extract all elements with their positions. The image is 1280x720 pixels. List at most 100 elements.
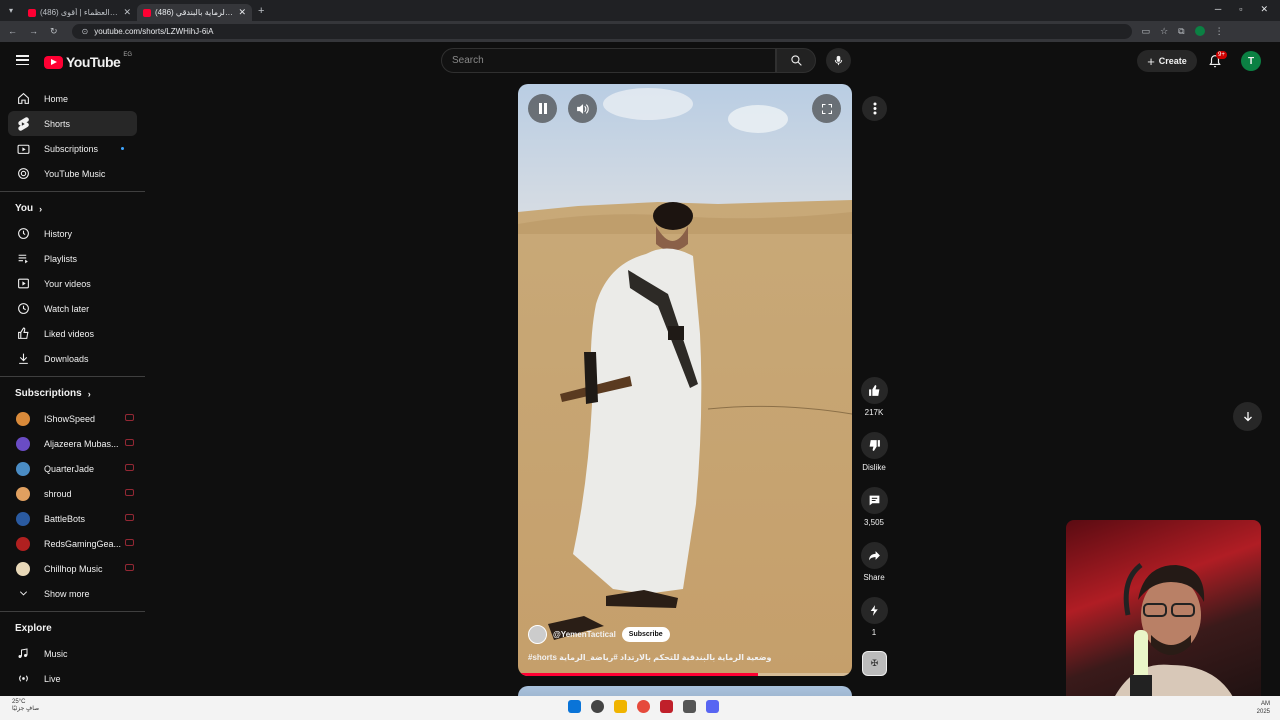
more-options-button[interactable] xyxy=(862,96,887,121)
search-input[interactable]: Search xyxy=(441,48,776,73)
comments-button[interactable] xyxy=(860,487,888,514)
dislike-button[interactable] xyxy=(860,432,888,459)
sidebar-item-history[interactable]: History xyxy=(8,221,137,246)
clock-icon xyxy=(16,302,30,316)
url-field[interactable]: ⊙ youtube.com/shorts/LZWHihJ-6iA xyxy=(71,24,1132,39)
close-window-icon[interactable]: ✕ xyxy=(1260,4,1268,15)
chrome-icon[interactable] xyxy=(637,700,650,713)
sidebar-item-youtube-music[interactable]: YouTube Music xyxy=(8,161,137,186)
subscribe-button[interactable]: Subscribe xyxy=(621,627,670,642)
extensions-icon[interactable]: ⧉ xyxy=(1178,26,1184,37)
share-arrow-icon xyxy=(868,551,880,561)
sidebar-subscription-item[interactable]: Chillhop Music xyxy=(8,556,137,581)
notification-count-badge: 9+ xyxy=(1216,51,1227,59)
search-icon[interactable] xyxy=(591,700,604,713)
video-caption[interactable]: #shorts وضعية الرماية بالبندقية للتحكم ب… xyxy=(528,653,772,662)
reload-icon[interactable]: ↻ xyxy=(50,26,58,37)
weather-widget[interactable]: 25°C صافٍ جزئيًا xyxy=(12,699,39,713)
pause-button[interactable] xyxy=(528,94,557,123)
youtube-favicon-icon xyxy=(143,8,151,17)
account-avatar[interactable]: T xyxy=(1241,51,1261,71)
fullscreen-button[interactable] xyxy=(812,94,841,123)
sidebar-item-watch-later[interactable]: Watch later xyxy=(8,296,137,321)
sidebar-item-label: Playlists xyxy=(44,253,78,264)
sidebar-item-your-videos[interactable]: Your videos xyxy=(8,271,137,296)
channel-avatar[interactable] xyxy=(528,625,547,644)
close-tab-icon[interactable]: ✕ xyxy=(238,7,246,18)
maximize-icon[interactable]: ▫ xyxy=(1239,4,1242,15)
sidebar-subscription-item[interactable]: BattleBots xyxy=(8,506,137,531)
app-icon[interactable] xyxy=(683,700,696,713)
create-button[interactable]: + Create xyxy=(1137,50,1197,72)
sidebar-subscription-item[interactable]: RedsGamingGea... xyxy=(8,531,137,556)
youtube-logo[interactable]: YouTube EG xyxy=(44,52,132,70)
sidebar-item-live[interactable]: Live xyxy=(8,666,137,691)
bookmark-star-icon[interactable]: ☆ xyxy=(1160,26,1168,37)
subscriptions-list: IShowSpeed Aljazeera Mubas... QuarterJade s… xyxy=(0,406,145,581)
volume-button[interactable] xyxy=(568,94,597,123)
plus-icon: + xyxy=(1147,53,1155,69)
live-indicator-icon xyxy=(125,514,134,521)
discord-icon[interactable] xyxy=(706,700,719,713)
sidebar-item-label: YouTube Music xyxy=(44,168,106,179)
thumbs-up-icon xyxy=(868,385,879,396)
sidebar-item-music[interactable]: Music xyxy=(8,641,137,666)
remix-button[interactable] xyxy=(860,597,888,624)
browser-tab-2[interactable]: (486) وضعية الرماية بالبندقي ✕ xyxy=(137,4,252,21)
channel-name[interactable]: @YemenTactical xyxy=(553,630,616,639)
hamburger-menu-icon[interactable] xyxy=(16,55,29,65)
sidebar-item-subscriptions[interactable]: Subscriptions xyxy=(8,136,137,161)
sidebar-item-home[interactable]: Home xyxy=(8,86,137,111)
sidebar: Home Shorts Subscriptions YouTube Music … xyxy=(0,80,145,696)
channel-avatar xyxy=(16,511,30,526)
back-icon[interactable]: ← xyxy=(8,26,17,37)
sidebar-subscription-item[interactable]: IShowSpeed xyxy=(8,406,137,431)
download-icon xyxy=(16,352,30,366)
cast-icon[interactable]: ▭ xyxy=(1142,26,1151,37)
new-tab-button[interactable]: + xyxy=(258,5,264,17)
sidebar-item-label: Shorts xyxy=(44,118,71,129)
channel-info: @YemenTactical Subscribe xyxy=(528,625,670,644)
like-button[interactable] xyxy=(860,377,888,404)
dislike-label: Dislike xyxy=(862,463,886,472)
sidebar-item-liked-videos[interactable]: Liked videos xyxy=(8,321,137,346)
you-section-heading[interactable]: You › xyxy=(15,200,145,217)
show-more-button[interactable]: Show more xyxy=(8,581,137,606)
browser-tab-1[interactable]: (486) بيع سلام والعظماء | أقوى ... ✕ xyxy=(22,4,137,21)
playlists-icon xyxy=(16,252,30,266)
close-tab-icon[interactable]: ✕ xyxy=(123,7,131,18)
shorts-video-player[interactable]: @YemenTactical Subscribe #shorts وضعية ا… xyxy=(518,84,852,676)
tab-search-icon[interactable]: ▾ xyxy=(0,6,22,15)
sidebar-subscription-item[interactable]: Aljazeera Mubas... xyxy=(8,431,137,456)
share-action: Share xyxy=(849,542,899,582)
voice-search-button[interactable] xyxy=(826,48,851,73)
sidebar-item-downloads[interactable]: Downloads xyxy=(8,346,137,371)
sound-channel-thumbnail[interactable]: ✠ xyxy=(862,651,887,676)
sidebar-item-label: History xyxy=(44,228,73,239)
search-button[interactable] xyxy=(776,48,816,73)
sidebar-item-label: Liked videos xyxy=(44,328,95,339)
profile-icon[interactable] xyxy=(1194,26,1205,36)
menu-dots-icon[interactable]: ⋮ xyxy=(1215,26,1224,37)
start-icon[interactable] xyxy=(568,700,581,713)
sidebar-subscription-item[interactable]: QuarterJade xyxy=(8,456,137,481)
subscriptions-section-heading[interactable]: Subscriptions › xyxy=(15,385,145,402)
sidebar-item-playlists[interactable]: Playlists xyxy=(8,246,137,271)
minimize-icon[interactable]: ─ xyxy=(1215,4,1221,15)
sidebar-item-shorts[interactable]: Shorts xyxy=(8,111,137,136)
live-icon xyxy=(16,672,30,686)
share-button[interactable] xyxy=(860,542,888,569)
file-explorer-icon[interactable] xyxy=(614,700,627,713)
microphone-icon xyxy=(834,55,843,66)
app-icon[interactable] xyxy=(660,700,673,713)
sidebar-subscription-item[interactable]: shroud xyxy=(8,481,137,506)
video-progress-bar[interactable] xyxy=(518,673,852,676)
site-info-icon[interactable]: ⊙ xyxy=(82,27,89,36)
next-short-button[interactable] xyxy=(1233,402,1262,431)
thumbs-up-icon xyxy=(16,327,30,341)
forward-icon[interactable]: → xyxy=(29,26,38,37)
sidebar-item-label: Subscriptions xyxy=(44,143,99,154)
pause-icon xyxy=(538,103,547,114)
live-indicator-icon xyxy=(125,489,134,496)
system-clock[interactable]: AM 2025 xyxy=(1257,700,1270,716)
